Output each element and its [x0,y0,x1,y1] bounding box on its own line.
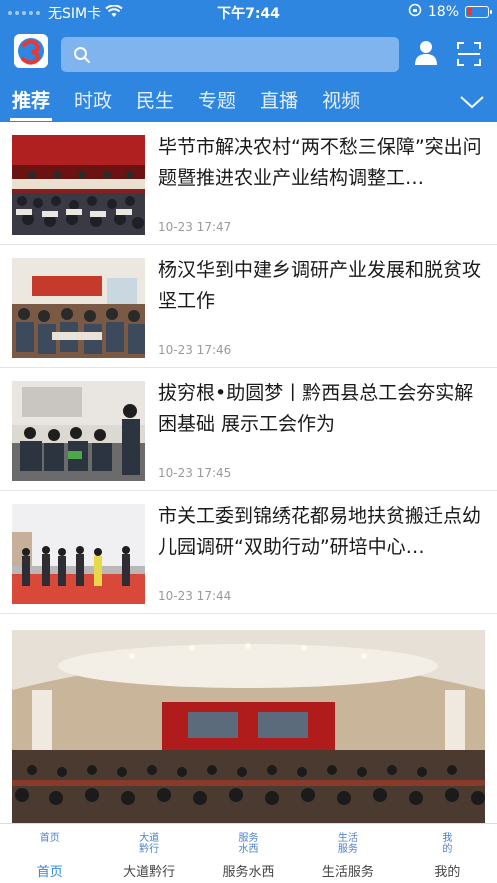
tabbar-label: 生活服务 [321,865,374,880]
news-time: 10-23 17:45 [158,466,232,480]
app-header: 无SIM卡 下午7:44 18% 推荐 时政 民生 专题 直播 视频 [0,0,497,122]
app-logo[interactable] [14,34,48,68]
mine-icon: 我的 [442,833,453,855]
news-time: 10-23 17:46 [158,343,232,357]
battery-icon [465,6,492,18]
tabbar-home[interactable]: 首页 首页 [0,824,99,883]
tabbar-label: 首页 [36,865,63,880]
news-title: 毕节市解决农村“两不愁三保障”突出问题暨推进农业产业结构调整工… [158,136,482,189]
category-tabs: 推荐 时政 民生 专题 直播 视频 [0,86,460,121]
news-time: 10-23 17:47 [158,220,232,234]
news-thumbnail [12,135,145,235]
service-shuixi-icon: 服务水西 [238,833,259,855]
tab-live[interactable]: 直播 [248,86,310,116]
battery-percent: 18% [427,4,459,20]
tabbar-life-service[interactable]: 生活服务 生活服务 [298,824,397,883]
rotation-lock-icon [408,3,422,21]
status-bar: 无SIM卡 下午7:44 18% [0,0,497,24]
tabbar-dadao-qianxing[interactable]: 大道黔行 大道黔行 [99,824,198,883]
news-thumbnail [12,504,145,604]
news-item[interactable]: 市关工委到锦绣花都易地扶贫搬迁点幼儿园调研“双助行动”研培中心… 10-23 1… [0,491,497,614]
news-item[interactable]: 毕节市解决农村“两不愁三保障”突出问题暨推进农业产业结构调整工… 10-23 1… [0,122,497,245]
user-icon[interactable] [413,39,439,67]
life-service-icon: 生活服务 [337,833,358,855]
tab-topics[interactable]: 专题 [186,86,248,116]
tab-livelihood[interactable]: 民生 [124,86,186,116]
tabbar-mine[interactable]: 我的 我的 [398,824,497,883]
tab-politics[interactable]: 时政 [62,86,124,116]
search-input[interactable] [61,37,399,72]
home-icon: 首页 [39,833,60,844]
tab-video[interactable]: 视频 [310,86,372,116]
dadao-qianxing-icon: 大道黔行 [139,833,160,855]
scan-icon[interactable] [456,41,482,67]
search-icon [73,46,91,68]
tabbar-label: 大道黔行 [123,865,176,880]
chevron-down-icon[interactable] [458,92,486,112]
tabbar-label: 我的 [434,865,461,880]
news-title: 杨汉华到中建乡调研产业发展和脱贫攻坚工作 [158,259,482,312]
news-item[interactable]: 杨汉华到中建乡调研产业发展和脱贫攻坚工作 10-23 17:46 [0,245,497,368]
news-item[interactable]: 拔穷根•助圆梦丨黔西县总工会夯实解困基础 展示工会作为 10-23 17:45 [0,368,497,491]
tabbar-label: 服务水西 [222,865,275,880]
news-time: 10-23 17:44 [158,589,232,603]
tabbar-service-shuixi[interactable]: 服务水西 服务水西 [199,824,298,883]
news-title: 市关工委到锦绣花都易地扶贫搬迁点幼儿园调研“双助行动”研培中心… [158,505,482,558]
featured-image[interactable] [12,630,485,824]
bottom-tab-bar: 首页 首页 大道黔行 大道黔行 服务水西 服务水西 生活服务 生活服务 我的 我… [0,823,497,883]
news-thumbnail [12,258,145,358]
news-title: 拔穷根•助圆梦丨黔西县总工会夯实解困基础 展示工会作为 [158,382,474,435]
tab-recommend[interactable]: 推荐 [0,86,62,121]
news-thumbnail [12,381,145,481]
